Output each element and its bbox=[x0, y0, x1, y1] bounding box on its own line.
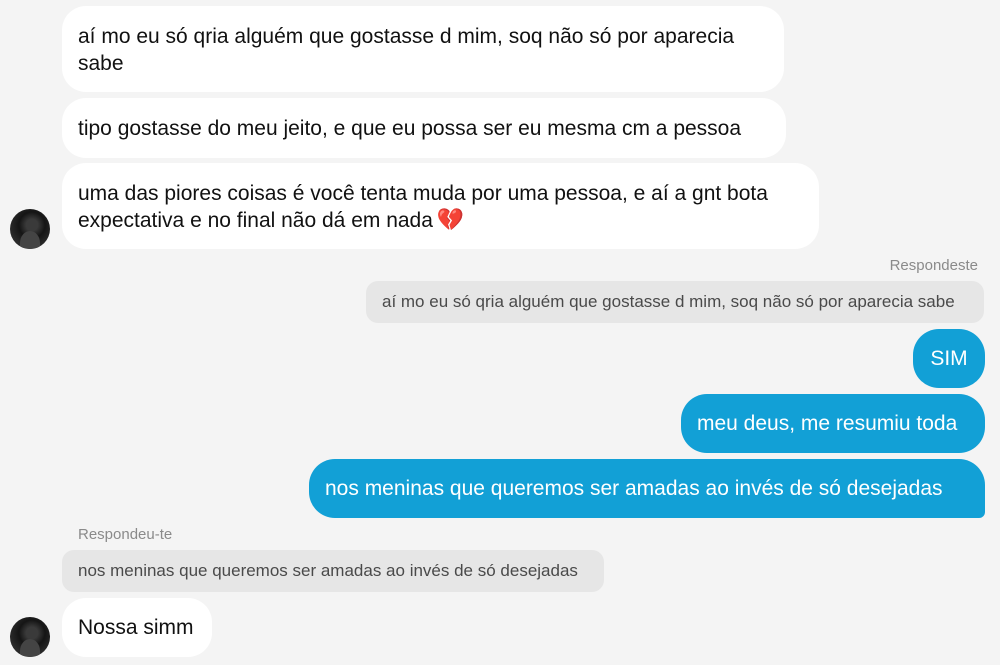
quoted-message[interactable]: nos meninas que queremos ser amadas ao i… bbox=[62, 550, 604, 592]
outgoing-message[interactable]: nos meninas que queremos ser amadas ao i… bbox=[309, 459, 985, 518]
incoming-message[interactable]: tipo gostasse do meu jeito, e que eu pos… bbox=[62, 98, 786, 158]
reply-label: Respondeste bbox=[889, 257, 978, 274]
message-text: SIM bbox=[930, 347, 968, 370]
incoming-message[interactable]: Nossa simm bbox=[62, 598, 212, 657]
avatar[interactable] bbox=[10, 209, 50, 249]
chat-thread: aí mo eu só qria alguém que gostasse d m… bbox=[0, 0, 1000, 665]
message-text-line: uma das piores coisas é você tenta muda … bbox=[78, 182, 768, 205]
outgoing-message[interactable]: SIM bbox=[913, 329, 985, 388]
message-text-line: sabe bbox=[78, 52, 124, 75]
broken-heart-icon: 💔 bbox=[436, 208, 465, 233]
avatar[interactable] bbox=[10, 617, 50, 657]
message-text-line: aí mo eu só qria alguém que gostasse d m… bbox=[78, 25, 735, 48]
outgoing-message[interactable]: meu deus, me resumiu toda bbox=[681, 394, 985, 453]
message-text-fragment: expectativa e no final não dá em nada bbox=[78, 209, 433, 232]
message-text: meu deus, me resumiu toda bbox=[697, 412, 958, 435]
message-text: tipo gostasse do meu jeito, e que eu pos… bbox=[78, 117, 742, 140]
message-text-line: expectativa e no final não dá em nada 💔 bbox=[78, 207, 803, 234]
quoted-message[interactable]: aí mo eu só qria alguém que gostasse d m… bbox=[366, 281, 984, 323]
incoming-message[interactable]: aí mo eu só qria alguém que gostasse d m… bbox=[62, 6, 784, 92]
message-text: Nossa simm bbox=[78, 616, 194, 639]
reply-label: Respondeu-te bbox=[78, 526, 173, 543]
incoming-message[interactable]: uma das piores coisas é você tenta muda … bbox=[62, 163, 819, 249]
message-text: nos meninas que queremos ser amadas ao i… bbox=[325, 477, 943, 500]
